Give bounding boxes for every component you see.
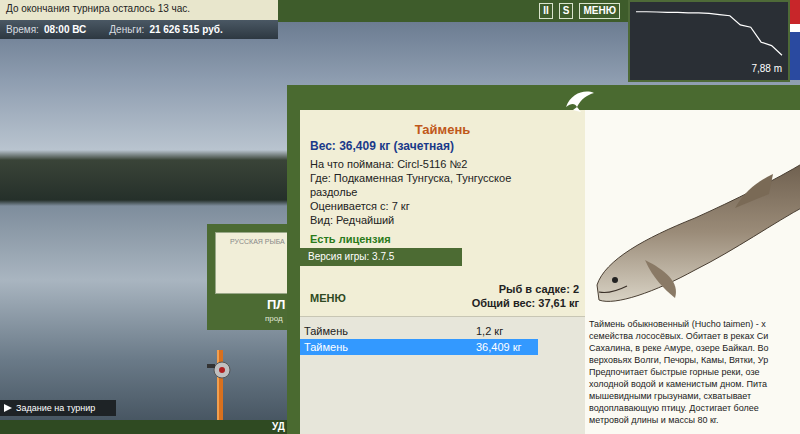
catch-info-panel: ТайменьВес: 36,409 кг (зачетная)На что п…	[300, 110, 585, 434]
description-line: семейства лососёвых. Обитает в реках Си	[589, 330, 800, 342]
catch-weight: 1,2 кг	[476, 325, 538, 337]
fish-description-panel: Таймень обыкновенный (Hucho taimen) - хс…	[585, 110, 800, 434]
depth-reading: 7,88 m	[751, 63, 782, 74]
catch-dialog: ТайменьВес: 36,409 кг (зачетная)На что п…	[287, 85, 800, 434]
menu-row: МЕНЮ Рыб в садке: 2Общий вес: 37,61 кг	[300, 266, 585, 316]
fish-picture	[585, 110, 800, 316]
catch-list: Таймень1,2 кгТаймень36,409 кг	[300, 316, 585, 434]
tournament-notice: До окончания турнира осталось 13 час.	[0, 0, 278, 20]
dialog-header	[287, 85, 800, 110]
tournament-panel: До окончания турнира осталось 13 час.Вре…	[0, 0, 278, 39]
fish-details: На что поймана: Circl-5116 №2Где: Подкам…	[300, 157, 570, 227]
tournament-task-button[interactable]: Задание на турнир	[0, 400, 116, 416]
bottom-bar-button[interactable]: УД	[272, 421, 285, 432]
catch-weight: 36,409 кг	[476, 341, 538, 353]
game-version: Версия игры: 3.7.5	[300, 248, 462, 266]
fishing-rod-icon	[205, 350, 239, 422]
background-window-subtitle: прод	[265, 314, 283, 323]
detail-line: Оценивается с: 7 кг	[310, 199, 560, 213]
catch-row[interactable]: Таймень36,409 кг	[300, 339, 538, 355]
description-line: холодной водой и каменистым дном. Пита	[589, 378, 800, 390]
description-line: водоплавающую птицу. Достигает более	[589, 402, 800, 414]
time-value: 08:00 ВС	[44, 24, 86, 35]
flag-icon	[790, 0, 800, 80]
depth-chart: 7,88 m	[628, 0, 790, 82]
fish-name: Таймень	[300, 110, 585, 137]
top-toolbar: II S МЕНЮ	[278, 0, 628, 22]
game-screen: До окончания турнира осталось 13 час.Вре…	[0, 0, 800, 434]
detail-line: На что поймана: Circl-5116 №2	[310, 157, 560, 171]
time-label: Время:	[6, 24, 39, 35]
description-line: верховьях Волги, Печоры, Камы, Вятки, Ур	[589, 354, 800, 366]
catch-name: Таймень	[304, 341, 476, 353]
menu-button[interactable]: МЕНЮ	[310, 292, 346, 310]
catch-name: Таймень	[304, 325, 476, 337]
detail-line: Вид: Редчайший	[310, 213, 560, 227]
fish-description: Таймень обыкновенный (Hucho taimen) - хс…	[585, 316, 800, 426]
description-line: мышевидными грызунами, схватывает	[589, 390, 800, 402]
tournament-task-label: Задание на турнир	[16, 403, 95, 413]
keepnet-summary: Рыб в садке: 2Общий вес: 37,61 кг	[472, 282, 579, 310]
fish-weight: Вес: 36,409 кг (зачетная)	[300, 137, 585, 157]
keepnet-weight: Общий вес: 37,61 кг	[472, 296, 579, 310]
depth-line	[632, 4, 786, 66]
detail-line: Где: Подкаменная Тунгуска, Тунгусское ра…	[310, 171, 560, 199]
taimen-icon	[585, 110, 800, 316]
fish-logo-icon	[563, 87, 597, 113]
description-line: Сахалина, в реке Амуре, озере Байкал. Во	[589, 342, 800, 354]
catch-row[interactable]: Таймень1,2 кг	[300, 323, 538, 339]
background-window-label: РУССКАЯ РЫБА	[230, 238, 285, 245]
arrow-icon	[4, 404, 12, 412]
license-status: Есть лицензия	[300, 227, 585, 248]
money-label: Деньги:	[109, 24, 144, 35]
toolbar-button[interactable]: S	[559, 3, 574, 19]
description-line: Таймень обыкновенный (Hucho taimen) - х	[589, 318, 800, 330]
background-window-title: ПЛ	[267, 297, 285, 312]
toolbar-button[interactable]: МЕНЮ	[579, 3, 620, 19]
description-line: Предпочитает быстрые горные реки, озе	[589, 366, 800, 378]
money-value: 21 626 515 руб.	[149, 24, 222, 35]
keepnet-count: Рыб в садке: 2	[499, 282, 579, 296]
dialog-body: ТайменьВес: 36,409 кг (зачетная)На что п…	[287, 110, 800, 434]
description-line: метровой длины и массы 80 кг.	[589, 414, 800, 426]
toolbar-button[interactable]: II	[539, 3, 553, 19]
status-row: Время: 08:00 ВС Деньги: 21 626 515 руб.	[0, 20, 278, 39]
